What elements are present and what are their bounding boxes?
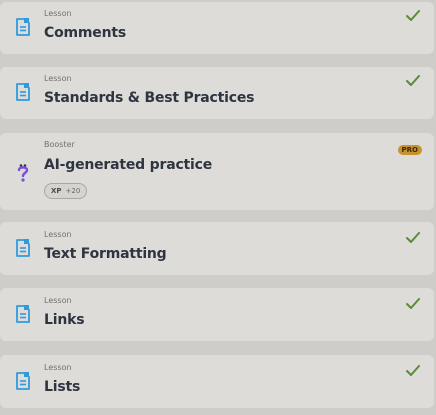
pro-badge: PRO <box>397 145 422 155</box>
lesson-list: Lesson Comments Lesson Standards & Best … <box>0 0 436 415</box>
item-title: Links <box>44 312 85 328</box>
item-title: Text Formatting <box>44 246 167 262</box>
item-kind: Lesson <box>44 363 72 372</box>
item-title: AI-generated practice <box>44 157 213 173</box>
xp-reward-pill: XP +20 <box>44 183 88 199</box>
lesson-card-links[interactable]: Lesson Links <box>0 288 434 341</box>
document-icon <box>16 305 30 323</box>
question-mark-icon <box>17 164 29 182</box>
checkmark-icon <box>406 75 420 86</box>
item-kind: Lesson <box>44 230 72 239</box>
lesson-card-lists[interactable]: Lesson Lists <box>0 355 434 408</box>
item-title: Lists <box>44 379 81 395</box>
item-kind: Lesson <box>44 296 72 305</box>
xp-value: +20 <box>65 187 81 195</box>
document-icon <box>16 372 30 390</box>
xp-label: XP <box>51 187 62 195</box>
lesson-card-comments[interactable]: Lesson Comments <box>0 2 434 54</box>
lesson-card-text-formatting[interactable]: Lesson Text Formatting <box>0 222 434 275</box>
checkmark-icon <box>406 10 420 21</box>
item-title: Comments <box>44 25 126 41</box>
item-kind: Booster <box>44 140 75 149</box>
document-icon <box>16 83 30 101</box>
item-kind: Lesson <box>44 74 72 83</box>
checkmark-icon <box>406 365 420 376</box>
checkmark-icon <box>406 232 420 243</box>
item-title: Standards & Best Practices <box>44 90 255 106</box>
lesson-card-standards[interactable]: Lesson Standards & Best Practices <box>0 67 434 119</box>
item-kind: Lesson <box>44 9 72 18</box>
document-icon <box>16 18 30 36</box>
booster-card-ai-practice[interactable]: Booster AI-generated practice PRO XP +20 <box>0 133 434 210</box>
checkmark-icon <box>406 298 420 309</box>
document-icon <box>16 239 30 257</box>
